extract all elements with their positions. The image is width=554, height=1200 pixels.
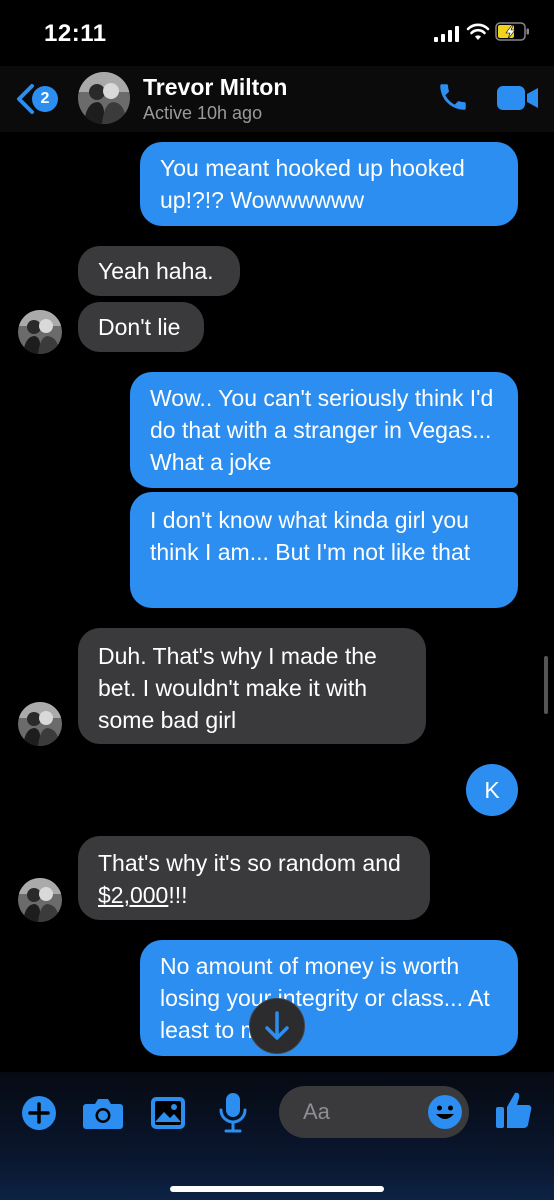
- message-text: Don't lie: [98, 314, 181, 340]
- cellular-signal-icon: [434, 26, 459, 42]
- microphone-icon[interactable]: [218, 1092, 248, 1134]
- message-input[interactable]: Aa: [279, 1086, 469, 1138]
- message-text: No amount of money is worth losing your …: [160, 953, 490, 1043]
- message-input-placeholder: Aa: [303, 1099, 330, 1124]
- message-bubble-outgoing[interactable]: K: [466, 764, 518, 816]
- unread-count-badge[interactable]: 2: [32, 86, 58, 112]
- message-bubble-outgoing[interactable]: I don't know what kinda girl you think I…: [130, 492, 518, 608]
- sender-avatar[interactable]: [18, 878, 62, 922]
- message-text: I don't know what kinda girl you think I…: [150, 507, 471, 565]
- message-bubble-incoming[interactable]: Yeah haha.: [78, 246, 240, 296]
- message-text: !!!: [168, 882, 188, 908]
- status-time: 12:11: [44, 20, 107, 47]
- thumbs-up-icon[interactable]: [495, 1090, 533, 1130]
- message-bubble-incoming[interactable]: That's why it's so random and $2,000!!!: [78, 836, 430, 920]
- composer-bar: Aa: [0, 1072, 554, 1200]
- message-text: Duh. That's why I made the bet. I wouldn…: [98, 643, 377, 733]
- contact-name[interactable]: Trevor Milton: [143, 74, 287, 101]
- emoji-icon[interactable]: [427, 1094, 463, 1130]
- scroll-to-bottom-button[interactable]: [249, 998, 305, 1054]
- home-indicator[interactable]: [170, 1186, 384, 1192]
- sender-avatar[interactable]: [18, 702, 62, 746]
- image-icon[interactable]: [150, 1096, 186, 1130]
- message-text: K: [484, 777, 500, 803]
- phone-icon[interactable]: [436, 80, 470, 114]
- contact-active-status: Active 10h ago: [143, 103, 263, 123]
- camera-icon[interactable]: [82, 1096, 124, 1130]
- conversation-header: 2 Trevor Milton Active 10h ago: [0, 66, 554, 132]
- message-bubble-incoming[interactable]: Don't lie: [78, 302, 204, 352]
- message-text: You meant hooked up hooked up!?!? Wowwww…: [160, 155, 465, 213]
- arrow-down-icon: [265, 1011, 289, 1040]
- message-text: That's why it's so random and: [98, 850, 401, 876]
- message-text: Wow.. You can't seriously think I'd do t…: [150, 385, 494, 475]
- sender-avatar[interactable]: [18, 310, 62, 354]
- message-bubble-outgoing[interactable]: No amount of money is worth losing your …: [140, 940, 518, 1056]
- wifi-icon: [466, 23, 490, 40]
- battery-charging-icon: [495, 22, 529, 41]
- message-bubble-incoming[interactable]: Duh. That's why I made the bet. I wouldn…: [78, 628, 426, 744]
- contact-avatar[interactable]: [78, 72, 130, 124]
- message-text: Yeah haha.: [98, 258, 214, 284]
- plus-icon[interactable]: [20, 1094, 58, 1132]
- scrollbar[interactable]: [544, 656, 548, 714]
- video-camera-icon[interactable]: [497, 84, 539, 112]
- message-bubble-outgoing[interactable]: Wow.. You can't seriously think I'd do t…: [130, 372, 518, 488]
- status-bar: 12:11: [0, 0, 554, 66]
- message-bubble-outgoing[interactable]: You meant hooked up hooked up!?!? Wowwww…: [140, 142, 518, 226]
- money-link[interactable]: $2,000: [98, 882, 168, 908]
